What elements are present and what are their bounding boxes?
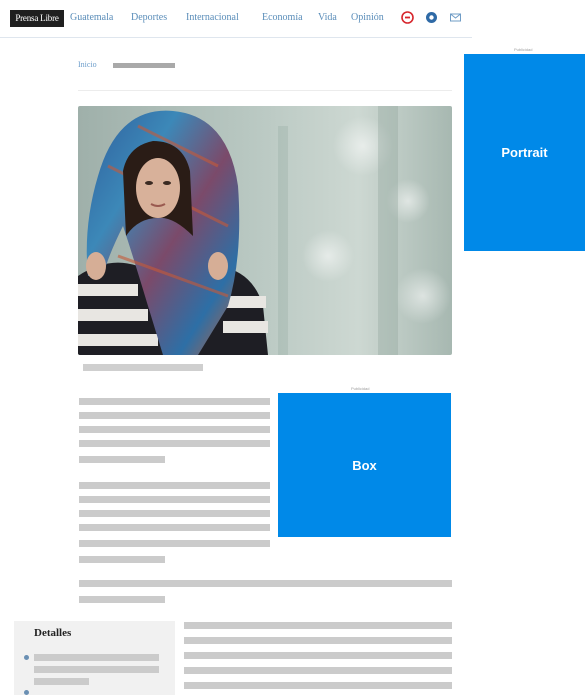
text-line	[184, 637, 452, 644]
header-divider	[0, 37, 472, 38]
hero-image	[78, 106, 452, 355]
ad-label-box: Publicidad	[351, 386, 370, 391]
text-line	[79, 456, 165, 463]
globe-icon[interactable]	[425, 11, 438, 24]
nav-vida[interactable]: Vida	[318, 12, 337, 24]
site-logo[interactable]: Prensa Libre	[10, 10, 64, 27]
image-caption	[83, 364, 203, 371]
details-line	[34, 666, 159, 673]
text-line	[184, 667, 452, 674]
youtube-icon[interactable]	[401, 11, 414, 24]
nav-opinion[interactable]: Opinión	[351, 12, 384, 24]
breadcrumb-current	[113, 63, 175, 68]
bullet-icon	[24, 690, 29, 695]
ad-box-label: Box	[352, 457, 377, 473]
text-line	[79, 426, 270, 433]
details-title: Detalles	[34, 627, 72, 639]
text-line	[79, 440, 270, 447]
nav-deportes[interactable]: Deportes	[131, 12, 167, 24]
text-line	[79, 412, 270, 419]
details-line	[34, 678, 89, 685]
ad-label-portrait: Publicidad	[514, 47, 533, 52]
breadcrumb-home[interactable]: Inicio	[78, 60, 97, 69]
text-line	[79, 580, 452, 587]
text-line	[79, 510, 270, 517]
text-line	[79, 482, 270, 489]
text-line	[79, 556, 165, 563]
article-divider	[78, 90, 452, 91]
nav-guatemala[interactable]: Guatemala	[70, 12, 113, 24]
text-line	[79, 398, 270, 405]
ad-portrait-label: Portrait	[501, 145, 548, 160]
bullet-icon	[24, 655, 29, 660]
text-line	[79, 540, 270, 547]
nav-internacional[interactable]: Internacional	[186, 12, 239, 24]
text-line	[79, 596, 165, 603]
ad-portrait[interactable]: Portrait	[464, 54, 585, 251]
mail-icon[interactable]	[449, 11, 462, 24]
text-line	[184, 682, 452, 689]
ad-box[interactable]: Box	[278, 393, 451, 537]
text-line	[184, 622, 452, 629]
text-line	[184, 652, 452, 659]
text-line	[79, 496, 270, 503]
details-line	[34, 654, 159, 661]
nav-economia[interactable]: Economía	[262, 12, 303, 24]
text-line	[79, 524, 270, 531]
